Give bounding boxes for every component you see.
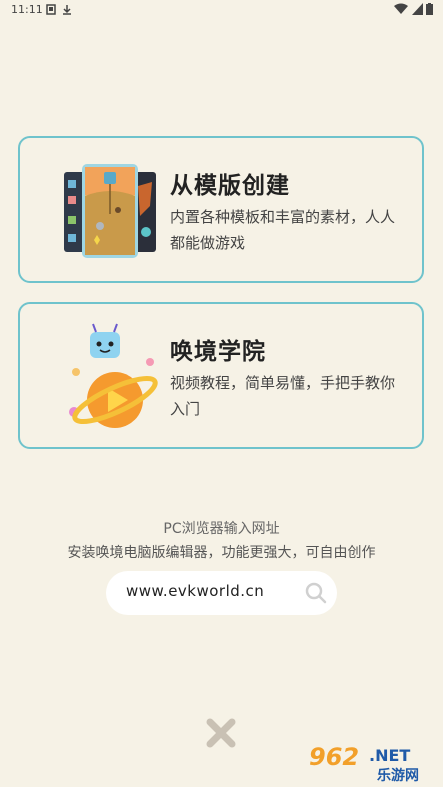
notification-icon xyxy=(46,4,56,15)
card-description: 内置各种模板和丰富的素材，人人都能做游戏 xyxy=(170,208,396,252)
template-cards-icon xyxy=(64,164,156,258)
create-from-template-card[interactable]: 从模版创建 内置各种模板和丰富的素材，人人都能做游戏 xyxy=(18,136,424,283)
signal-icon xyxy=(411,3,423,15)
website-url[interactable]: www.evkworld.cn xyxy=(126,582,264,600)
status-right xyxy=(394,3,433,18)
watermark-suffix: .NET xyxy=(369,746,410,765)
site-watermark-logo: 962 .NET 乐游网 xyxy=(309,743,419,783)
card-title: 从模版创建 xyxy=(170,173,290,199)
status-time: 11:11 xyxy=(11,3,43,16)
watermark-name: 乐游网 xyxy=(377,767,419,783)
url-display[interactable]: www.evkworld.cn xyxy=(106,571,337,615)
watermark-number: 962 xyxy=(309,743,359,771)
search-icon[interactable] xyxy=(305,582,327,604)
card-title: 唤境学院 xyxy=(170,339,266,365)
battery-icon xyxy=(426,3,433,15)
academy-card[interactable]: 唤境学院 视频教程，简单易懂，手把手教你入门 xyxy=(18,302,424,449)
close-icon[interactable] xyxy=(204,716,238,750)
download-icon xyxy=(63,5,71,15)
card-description: 视频教程，简单易懂，手把手教你入门 xyxy=(170,374,396,418)
wifi-icon xyxy=(394,3,408,14)
academy-planet-icon xyxy=(69,323,158,428)
pc-hint-title: PC浏览器输入网址 xyxy=(163,521,280,537)
status-bar: 11:11 xyxy=(0,0,443,20)
pc-hint-description: 安装唤境电脑版编辑器，功能更强大，可自由创作 xyxy=(67,545,376,561)
